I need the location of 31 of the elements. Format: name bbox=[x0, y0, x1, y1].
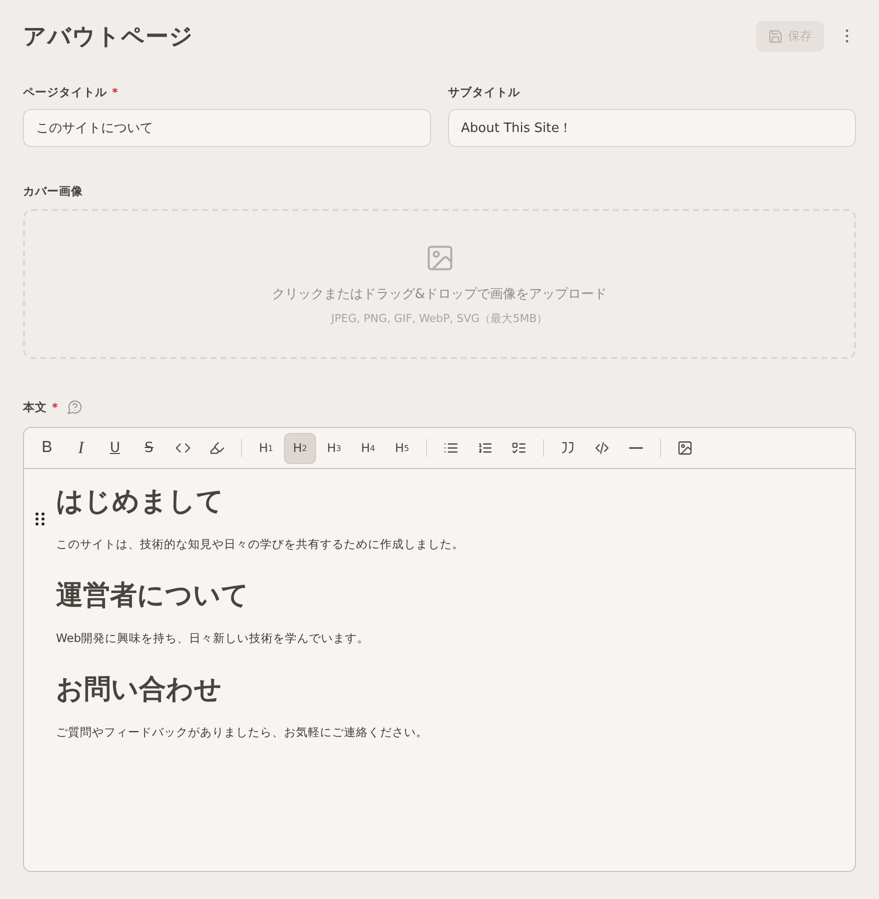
underline-button[interactable]: U bbox=[99, 432, 131, 464]
drag-handle-icon[interactable] bbox=[35, 512, 45, 526]
code-block-icon bbox=[594, 440, 610, 456]
italic-button[interactable]: I bbox=[65, 432, 97, 464]
save-icon bbox=[768, 28, 783, 44]
required-mark: * bbox=[52, 400, 58, 414]
strikethrough-button[interactable]: S bbox=[133, 432, 165, 464]
field-label: ページタイトル bbox=[23, 85, 107, 100]
highlighter-icon bbox=[209, 440, 225, 456]
content-paragraph: このサイトは、技術的な知見や日々の学びを共有するために作成しました。 bbox=[56, 537, 465, 552]
help-icon bbox=[66, 399, 83, 415]
required-mark: * bbox=[112, 86, 118, 99]
quote-icon bbox=[560, 440, 576, 456]
horizontal-rule-icon bbox=[629, 447, 643, 449]
bold-button[interactable]: B bbox=[31, 432, 63, 464]
text-field[interactable]: このサイトについて bbox=[23, 109, 431, 147]
image-icon bbox=[677, 440, 693, 456]
content-heading: お問い合わせ bbox=[56, 673, 223, 707]
upload-hint: クリックまたはドラッグ&ドロップで画像をアップロード bbox=[272, 286, 608, 302]
content-paragraph: Web開発に興味を持ち、日々新しい技術を学んでいます。 bbox=[56, 631, 370, 646]
field-label: サブタイトル bbox=[448, 85, 520, 100]
format-note: JPEG, PNG, GIF, WebP, SVG（最大5MB） bbox=[331, 310, 548, 326]
field-label: 本文 bbox=[23, 400, 47, 414]
task-list-icon bbox=[511, 440, 527, 456]
more-icon bbox=[845, 29, 849, 43]
page-title: アバウトページ bbox=[23, 22, 194, 52]
field-label: カバー画像 bbox=[23, 184, 84, 199]
content-heading: 運営者について bbox=[56, 579, 250, 613]
text-field[interactable]: About This Site！ bbox=[448, 109, 856, 147]
content-heading: はじめまして bbox=[56, 485, 225, 519]
content-paragraph: ご質問やフィードバックがありましたら、お気軽にご連絡ください。 bbox=[56, 725, 429, 740]
